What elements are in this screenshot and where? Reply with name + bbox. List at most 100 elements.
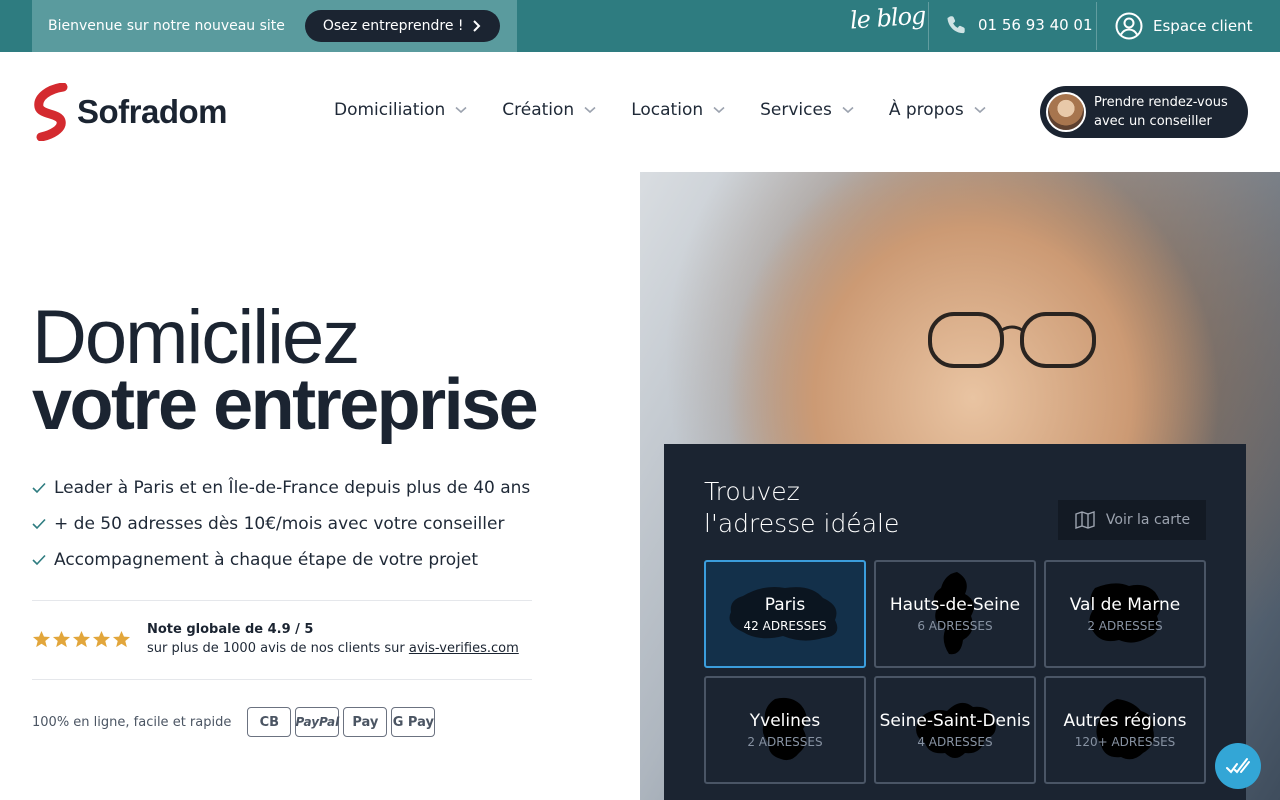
region-name: Paris [764,595,806,615]
sofradom-logo-mark [34,83,68,141]
nav-label: Location [631,100,704,120]
nav-item-services[interactable]: Services [760,100,854,120]
benefit-item: Accompagnement à chaque étape de votre p… [32,542,530,578]
divider [32,600,532,601]
nav-item-domiciliation[interactable]: Domiciliation [334,100,467,120]
region-count: 2 adresses [747,735,823,749]
benefit-text: Accompagnement à chaque étape de votre p… [54,550,478,570]
check-icon [32,518,46,530]
map-button-label: Voir la carte [1105,512,1191,528]
apple-pay-label: Pay [352,714,379,730]
star-icon [92,630,111,647]
appointment-button[interactable]: Prendre rendez-vous avec un conseiller [1040,86,1248,138]
logo-text: Sofradom [77,93,228,130]
nav-label: À propos [888,100,964,120]
benefit-item: + de 50 adresses dès 10€/mois avec votre… [32,506,530,542]
hero-title-line-2: votre entreprise [32,365,539,445]
rating-block: Note globale de 4.9 / 5 sur plus de 1000… [32,620,519,658]
welcome-text: Bienvenue sur notre nouveau site [48,18,285,34]
advisor-avatar [1046,92,1086,132]
google-pay-icon: G Pay [391,707,436,737]
appointment-line-1: Prendre rendez-vous [1094,95,1228,110]
region-name: Val de Marne [1069,595,1181,615]
region-tile-seine-saint-denis[interactable]: Seine-Saint-Denis 4 adresses [874,676,1036,784]
avis-verifies-link[interactable]: avis-verifies.com [409,641,519,656]
welcome-box: Bienvenue sur notre nouveau site Osez en… [32,0,517,52]
benefit-text: Leader à Paris et en Île-de-France depui… [54,478,531,498]
region-tile-val-de-marne[interactable]: Val de Marne 2 adresses [1044,560,1206,668]
chevron-right-icon [472,20,480,32]
region-name: Yvelines [749,711,821,731]
region-tile-paris[interactable]: Paris 42 adresses [704,560,866,668]
rating-title: Note globale de 4.9 / 5 [147,622,314,637]
chevron-down-icon [974,106,986,114]
region-tile-yvelines[interactable]: Yvelines 2 adresses [704,676,866,784]
appointment-label: Prendre rendez-vous avec un conseiller [1094,93,1228,131]
chevron-down-icon [584,106,596,114]
check-icon [32,482,46,494]
region-count: 4 adresses [917,735,993,749]
check-icon [32,554,46,566]
divider [1096,2,1097,50]
rating-text: Note globale de 4.9 / 5 sur plus de 1000… [147,620,519,658]
region-count: 6 adresses [917,619,993,633]
chevron-down-icon [842,106,854,114]
nav-label: Domiciliation [334,100,446,120]
map-icon [1075,511,1095,529]
chevron-down-icon [713,106,725,114]
voir-la-carte-button[interactable]: Voir la carte [1058,500,1206,540]
nav-item-creation[interactable]: Création [502,100,596,120]
star-icon [72,630,91,647]
region-name: Autres régions [1063,711,1187,731]
blog-link[interactable]: le blog [849,1,926,34]
paypal-icon: PayPal [295,707,340,737]
benefits-list: Leader à Paris et en Île-de-France depui… [32,470,530,578]
chevron-down-icon [455,106,467,114]
cb-card-icon: CB [247,707,292,737]
main-nav: Domiciliation Création Location Services… [334,100,986,120]
nav-label: Création [502,100,575,120]
payment-methods: 100% en ligne, facile et rapide CB PayPa… [32,707,436,737]
rating-sub-text: sur plus de 1000 avis de nos clients sur [147,641,405,656]
region-tile-autres-regions[interactable]: Autres régions 120+ adresses [1044,676,1206,784]
region-tiles: Paris 42 adresses Hauts-de-Seine 6 adres… [704,560,1206,784]
finder-title: Trouvez l'adresse idéale [704,476,899,540]
phone-number: 01 56 93 40 01 [978,16,1093,34]
top-bar: Bienvenue sur notre nouveau site Osez en… [0,0,1280,52]
chat-button[interactable] [1215,743,1261,789]
region-count: 2 adresses [1087,619,1163,633]
region-name: Seine-Saint-Denis [879,711,1031,731]
region-count: 42 adresses [743,619,827,633]
star-icon [112,630,131,647]
espace-client-label: Espace client [1153,17,1253,35]
sofradom-logo[interactable]: Sofradom [33,83,228,141]
phone-icon [947,16,965,34]
appointment-line-2: avec un conseiller [1094,114,1212,129]
benefit-text: + de 50 adresses dès 10€/mois avec votre… [54,514,505,534]
star-icon [32,630,51,647]
nav-label: Services [760,100,832,120]
glasses-shape [928,312,1096,368]
finder-title-line-1: Trouvez [704,477,800,506]
region-tile-hauts-de-seine[interactable]: Hauts-de-Seine 6 adresses [874,560,1036,668]
divider [32,679,532,680]
rating-stars [32,630,131,649]
divider [928,2,929,50]
nav-item-a-propos[interactable]: À propos [889,100,986,120]
phone-link[interactable]: 01 56 93 40 01 [946,14,1093,36]
address-finder: Trouvez l'adresse idéale Voir la carte P… [664,444,1246,800]
region-name: Hauts-de-Seine [889,595,1021,615]
user-icon [1115,12,1143,40]
osez-entreprendre-button[interactable]: Osez entreprendre ! [304,10,500,42]
benefit-item: Leader à Paris et en Île-de-France depui… [32,470,530,506]
osez-entreprendre-label: Osez entreprendre ! [322,18,464,34]
apple-pay-icon: Pay [343,707,388,737]
finder-title-line-2: l'adresse idéale [704,509,900,538]
payment-label: 100% en ligne, facile et rapide [32,714,232,730]
rating-subtitle: sur plus de 1000 avis de nos clients sur… [147,639,519,658]
region-count: 120+ adresses [1074,735,1176,749]
chat-icon [1226,758,1250,774]
espace-client-link[interactable]: Espace client [1115,12,1252,40]
star-icon [52,630,71,647]
nav-item-location[interactable]: Location [631,100,725,120]
